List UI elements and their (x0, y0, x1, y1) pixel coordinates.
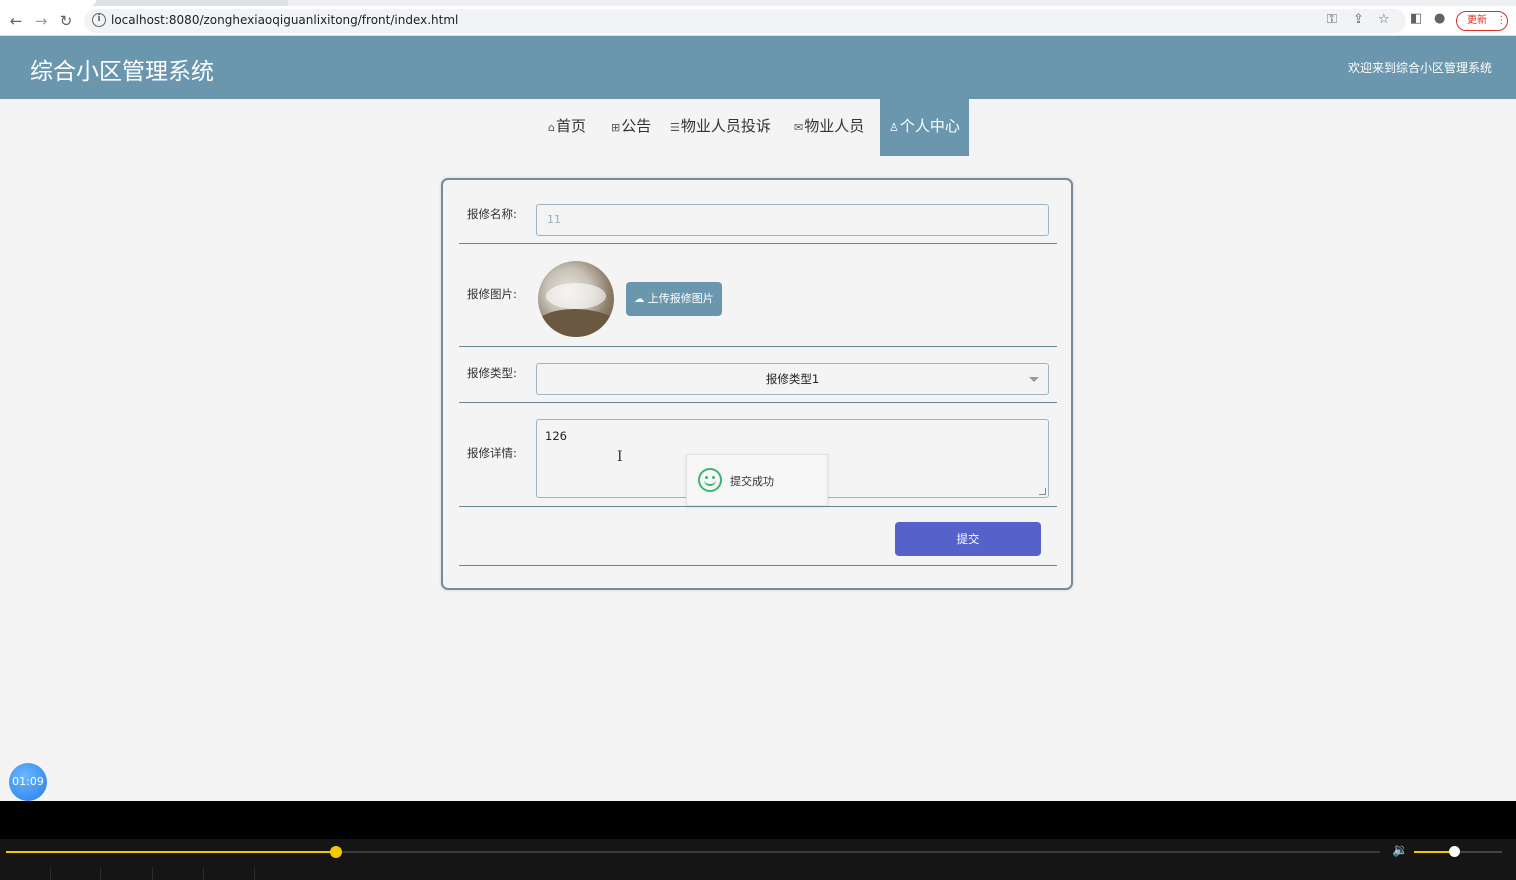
sidebar-icon[interactable]: ◧ (1410, 11, 1422, 26)
divider (152, 867, 153, 880)
divider (459, 243, 1057, 244)
toast-message: 提交成功 (730, 475, 774, 488)
mail-icon: ✉ (794, 121, 804, 134)
divider (203, 867, 204, 880)
profile-icon[interactable]: ● (1434, 11, 1445, 26)
player-controls (0, 839, 1516, 880)
share-icon[interactable]: ⇪ (1353, 12, 1364, 27)
welcome-text: 欢迎来到综合小区管理系统 (1347, 61, 1492, 75)
seek-handle[interactable] (330, 846, 342, 858)
update-button[interactable]: 更新 ⋮ (1456, 11, 1508, 31)
divider (459, 565, 1057, 566)
smile-icon (698, 468, 722, 492)
repair-form: 报修名称: 11 报修图片: ☁ 上传报修图片 报修类型: 报修类型1 报修详情… (441, 178, 1073, 590)
divider (254, 867, 255, 880)
menu-dots-icon: ⋮ (1496, 15, 1507, 26)
main-menu: ⌂首页 ⊞公告 ☰物业人员投诉 ✉物业人员 ♙个人中心 (0, 99, 1516, 156)
recording-timer[interactable]: 01:09 (9, 763, 47, 801)
seek-progress (6, 851, 336, 853)
url-text: localhost:8080/zonghexiaoqiguanlixitong/… (111, 13, 459, 27)
menu-item-home[interactable]: ⌂首页 (548, 99, 586, 156)
menu-item-notice[interactable]: ⊞公告 (611, 99, 651, 156)
menu-item-label: 物业人员投诉 (680, 117, 771, 135)
repair-detail-label: 报修详情: (467, 446, 517, 460)
volume-level (1414, 851, 1454, 853)
key-icon[interactable]: ⚿ (1327, 12, 1337, 27)
menu-item-label: 个人中心 (899, 117, 960, 135)
site-title: 综合小区管理系统 (30, 59, 214, 85)
submit-button[interactable]: 提交 (895, 522, 1041, 556)
divider (459, 346, 1057, 347)
repair-name-input[interactable]: 11 (536, 204, 1049, 236)
repair-type-label: 报修类型: (467, 366, 517, 380)
upload-label: 上传报修图片 (647, 292, 714, 305)
complaint-icon: ☰ (670, 121, 680, 134)
repair-name-label: 报修名称: (467, 207, 517, 221)
volume-icon[interactable]: 🔉 (1392, 843, 1408, 858)
menu-item-label: 物业人员 (804, 117, 865, 135)
repair-image-preview[interactable] (538, 261, 614, 337)
user-icon: ♙ (889, 121, 899, 134)
success-toast: 提交成功 (686, 454, 828, 506)
browser-tab-inactive[interactable] (288, 0, 1516, 6)
menu-item-label: 首页 (555, 117, 586, 135)
notice-icon: ⊞ (611, 121, 621, 134)
back-icon[interactable]: ← (7, 12, 25, 30)
home-icon: ⌂ (548, 121, 555, 134)
divider (459, 402, 1057, 403)
repair-image-label: 报修图片: (467, 287, 517, 301)
site-info-icon[interactable]: i (92, 13, 106, 27)
divider (100, 867, 101, 880)
text-cursor-icon: I (617, 449, 623, 465)
menu-item-complaint[interactable]: ☰物业人员投诉 (670, 99, 771, 156)
reload-icon[interactable]: ↻ (57, 12, 75, 30)
resize-handle-icon[interactable] (1039, 488, 1046, 495)
repair-type-select[interactable]: 报修类型1 (536, 363, 1049, 395)
menu-item-label: 公告 (621, 117, 652, 135)
update-label: 更新 (1467, 15, 1487, 26)
repair-detail-value: 126 (545, 429, 567, 443)
chevron-down-icon (1029, 377, 1039, 382)
star-icon[interactable]: ☆ (1378, 12, 1390, 27)
forward-icon[interactable]: → (32, 12, 50, 30)
tab-strip (0, 0, 1516, 6)
divider (459, 506, 1057, 507)
volume-handle[interactable] (1449, 846, 1460, 857)
upload-image-button[interactable]: ☁ 上传报修图片 (626, 282, 722, 316)
cloud-upload-icon: ☁ (634, 294, 645, 305)
browser-toolbar: ← → ↻ i localhost:8080/zonghexiaoqiguanl… (0, 0, 1516, 36)
menu-item-personal-center[interactable]: ♙个人中心 (880, 99, 969, 156)
address-bar[interactable]: i localhost:8080/zonghexiaoqiguanlixiton… (84, 9, 1406, 33)
divider (50, 867, 51, 880)
menu-item-staff[interactable]: ✉物业人员 (794, 99, 864, 156)
repair-type-value: 报修类型1 (765, 372, 820, 386)
site-header: 综合小区管理系统 欢迎来到综合小区管理系统 (0, 36, 1516, 99)
video-player: 🔉 (0, 801, 1516, 880)
browser-tab[interactable] (0, 0, 96, 6)
